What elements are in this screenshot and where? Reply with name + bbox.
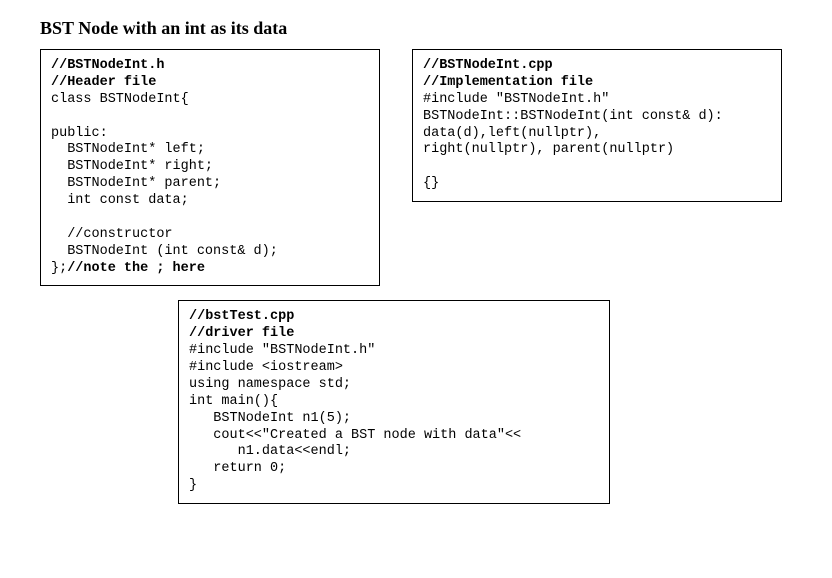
code-line: using namespace std; — [189, 377, 351, 392]
code-box-driver-file: //bstTest.cpp //driver file #include "BS… — [178, 300, 610, 504]
page-title: BST Node with an int as its data — [40, 18, 792, 39]
code-line: BSTNodeInt* parent; — [51, 176, 221, 191]
code-line: right(nullptr), parent(nullptr) — [423, 142, 674, 157]
code-line: BSTNodeInt* right; — [51, 159, 213, 174]
code-line: return 0; — [189, 461, 286, 476]
impl-comment-filename: //BSTNodeInt.cpp — [423, 58, 553, 73]
top-row: //BSTNodeInt.h //Header file class BSTNo… — [40, 49, 792, 286]
code-line: public: — [51, 126, 108, 141]
code-box-header-file: //BSTNodeInt.h //Header file class BSTNo… — [40, 49, 380, 286]
header-comment-filename: //BSTNodeInt.h — [51, 58, 164, 73]
impl-comment-desc: //Implementation file — [423, 75, 593, 90]
header-comment-desc: //Header file — [51, 75, 156, 90]
code-line: {} — [423, 176, 439, 191]
header-note-semicolon: //note the ; here — [67, 261, 205, 276]
code-line: #include "BSTNodeInt.h" — [423, 92, 609, 107]
code-line: #include <iostream> — [189, 360, 343, 375]
code-line: //constructor — [51, 227, 173, 242]
code-line: BSTNodeInt* left; — [51, 142, 205, 157]
code-line: int main(){ — [189, 394, 278, 409]
code-line: data(d),left(nullptr), — [423, 126, 601, 141]
code-line: }; — [51, 261, 67, 276]
code-line: int const data; — [51, 193, 189, 208]
code-line: n1.data<<endl; — [189, 444, 351, 459]
driver-comment-filename: //bstTest.cpp — [189, 309, 294, 324]
code-line: BSTNodeInt::BSTNodeInt(int const& d): — [423, 109, 723, 124]
code-line: BSTNodeInt n1(5); — [189, 411, 351, 426]
code-line: class BSTNodeInt{ — [51, 92, 189, 107]
code-line: #include "BSTNodeInt.h" — [189, 343, 375, 358]
code-line: cout<<"Created a BST node with data"<< — [189, 428, 521, 443]
code-box-impl-file: //BSTNodeInt.cpp //Implementation file #… — [412, 49, 782, 202]
driver-comment-desc: //driver file — [189, 326, 294, 341]
code-line: } — [189, 478, 197, 493]
code-line: BSTNodeInt (int const& d); — [51, 244, 278, 259]
